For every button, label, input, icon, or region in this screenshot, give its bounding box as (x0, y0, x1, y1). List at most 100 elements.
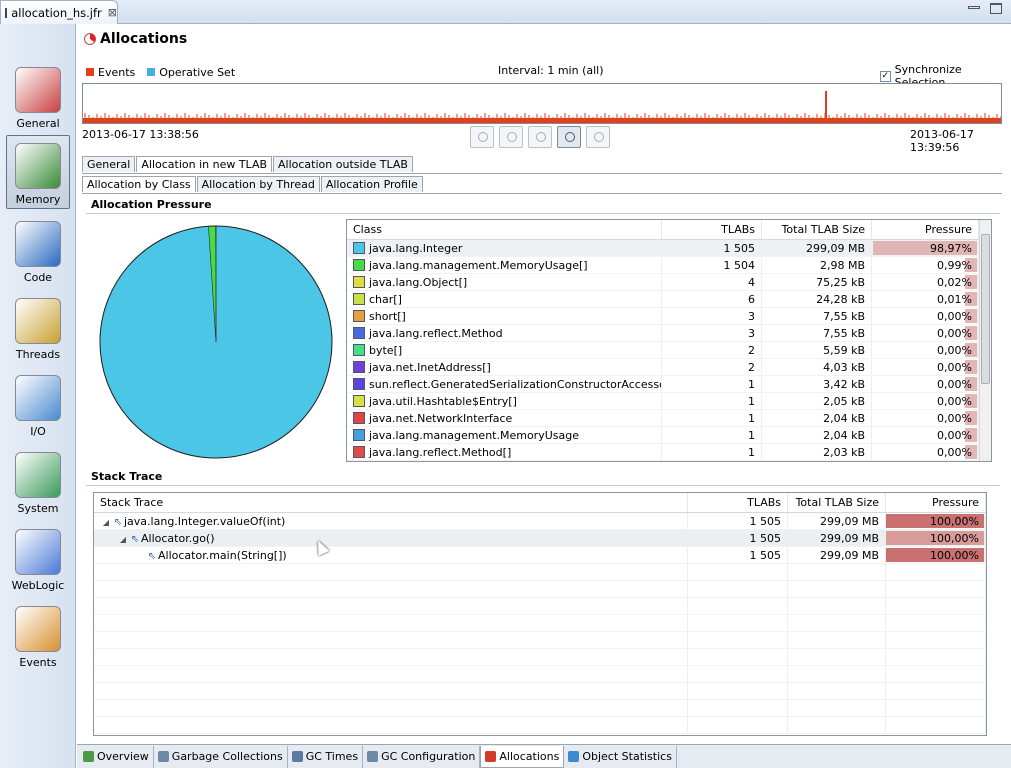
empty-row (94, 666, 986, 683)
empty-cell (688, 564, 788, 580)
back-icon[interactable] (470, 126, 494, 148)
tlabs-cell: 2 (662, 359, 762, 375)
bottom-tab-garbage-collections[interactable]: Garbage Collections (154, 745, 288, 768)
scroll-thumb[interactable] (981, 234, 990, 384)
subtab-allocation-by-thread[interactable]: Allocation by Thread (196, 176, 320, 192)
column-header[interactable]: Total TLAB Size (762, 220, 872, 239)
close-icon[interactable]: ⊠ (108, 6, 117, 19)
method-icon: ⇖ (113, 517, 123, 528)
column-header[interactable]: Pressure (872, 220, 979, 239)
empty-row (94, 581, 986, 598)
nav-item-threads[interactable]: Threads (6, 289, 70, 363)
tab-general[interactable]: General (82, 156, 136, 172)
pressure-value: 0,00% (937, 361, 972, 374)
tlabs-cell: 4 (662, 274, 762, 290)
table-row[interactable]: java.net.InetAddress[] 2 4,03 kB 0,00% (347, 359, 991, 376)
tlabs-cell: 3 (662, 308, 762, 324)
column-header[interactable]: Class (347, 220, 662, 239)
nav-item-events[interactable]: Events (6, 597, 70, 671)
forward-icon[interactable] (586, 126, 610, 148)
tlabs-cell: 2 (662, 342, 762, 358)
table-row[interactable]: java.lang.Object[] 4 75,25 kB 0,02% (347, 274, 991, 291)
subtab-allocation-by-class[interactable]: Allocation by Class (82, 176, 196, 192)
editor-tab-title: allocation_hs.jfr (11, 5, 102, 20)
nav-item-system[interactable]: System (6, 443, 70, 517)
empty-cell (788, 564, 886, 580)
table-row[interactable]: java.net.NetworkInterface 1 2,04 kB 0,00% (347, 410, 991, 427)
memory-icon (15, 143, 61, 189)
table-row[interactable]: java.lang.management.MemoryUsage 1 2,04 kB… (347, 427, 991, 444)
minimize-icon[interactable] (968, 6, 980, 9)
nav-item-io[interactable]: I/O (6, 366, 70, 440)
time-end: 2013-06-17 13:39:56 (910, 128, 974, 154)
empty-cell (886, 615, 986, 631)
pressure-value: 0,02% (937, 276, 972, 289)
column-header[interactable]: Stack Trace (94, 493, 688, 512)
allocation-pie-chart[interactable] (96, 222, 336, 462)
maximize-icon[interactable] (990, 3, 1002, 14)
class-cell: byte[] (347, 342, 662, 358)
expand-arrow-icon[interactable]: ◢ (117, 531, 129, 546)
table-row[interactable]: short[] 3 7,55 kB 0,00% (347, 308, 991, 325)
stack-frame-row[interactable]: ⇖ Allocator.main(String[]) 1 505 299,09 MB 1… (94, 547, 986, 564)
nav-item-general[interactable]: General (6, 58, 70, 132)
bottom-tab-allocations[interactable]: Allocations (480, 745, 565, 768)
stack-frame-row[interactable]: ◢ ⇖ Allocator.go() 1 505 299,09 MB 100,00% (94, 530, 986, 547)
zoom-fit-icon[interactable] (557, 126, 581, 148)
pressure-cell: 0,00% (872, 325, 979, 341)
bottom-tab-label: Allocations (499, 749, 560, 763)
column-header[interactable]: TLABs (662, 220, 762, 239)
subtab-allocation-profile[interactable]: Allocation Profile (320, 176, 423, 192)
empty-row (94, 615, 986, 632)
stack-trace-table[interactable]: Stack Trace TLABs Total TLAB Size Pressure … (93, 492, 987, 736)
pressure-cell: 100,00% (886, 547, 986, 563)
class-color-swatch (353, 310, 365, 322)
table-row[interactable]: java.lang.reflect.Method[] 1 2,03 kB 0,00% (347, 444, 991, 461)
bottom-tab-gc-times[interactable]: GC Times (288, 745, 364, 768)
bottom-tab-gc-configuration[interactable]: GC Configuration (363, 745, 481, 768)
class-cell: char[] (347, 291, 662, 307)
nav-item-label: General (16, 117, 60, 130)
class-color-swatch (353, 395, 365, 407)
synchronize-checkbox[interactable]: ✓ (880, 70, 891, 82)
empty-cell (688, 700, 788, 716)
tab-allocation-in-new-tlab[interactable]: Allocation in new TLAB (136, 156, 273, 172)
table-row[interactable]: java.lang.management.MemoryUsage[] 1 504 2… (347, 257, 991, 274)
table-row[interactable]: byte[] 2 5,59 kB 0,00% (347, 342, 991, 359)
table-row[interactable]: sun.reflect.GeneratedSerializationConstr… (347, 376, 991, 393)
editor-tab-allocation[interactable]: allocation_hs.jfr ⊠ (0, 0, 118, 24)
interval-label: Interval: 1 min (all) (498, 64, 604, 77)
stack-frame-cell: ⇖ Allocator.main(String[]) (94, 547, 688, 563)
pressure-value: 100,00% (930, 549, 979, 562)
allocation-class-table[interactable]: Class TLABs Total TLAB Size Pressure java.l… (346, 219, 992, 462)
nav-item-code[interactable]: Code (6, 212, 70, 286)
table-row[interactable]: java.util.Hashtable$Entry[] 1 2,05 kB 0,00% (347, 393, 991, 410)
table-row[interactable]: char[] 6 24,28 kB 0,01% (347, 291, 991, 308)
nav-item-label: Memory (15, 193, 61, 206)
expand-arrow-icon[interactable]: ◢ (100, 514, 112, 529)
nav-item-weblogic[interactable]: WebLogic (6, 520, 70, 594)
class-name: java.net.NetworkInterface (369, 412, 513, 425)
stack-frame-cell: ◢ ⇖ Allocator.go() (94, 530, 688, 546)
nav-item-memory[interactable]: Memory (6, 135, 70, 209)
pressure-cell: 0,00% (872, 308, 979, 324)
table-row[interactable]: java.lang.reflect.Method 3 7,55 kB 0,00% (347, 325, 991, 342)
empty-cell (94, 615, 688, 631)
zoom-out-icon[interactable] (528, 126, 552, 148)
size-cell: 5,59 kB (762, 342, 872, 358)
timeline-chart[interactable] (82, 83, 1002, 124)
zoom-in-icon[interactable] (499, 126, 523, 148)
column-header[interactable]: TLABs (688, 493, 788, 512)
legend-operative-set: Operative Set (147, 66, 235, 79)
table-row[interactable]: java.lang.Integer 1 505 299,09 MB 98,97% (347, 240, 991, 257)
column-header[interactable]: Pressure (886, 493, 986, 512)
stack-frame-row[interactable]: ◢ ⇖ java.lang.Integer.valueOf(int) 1 505 299… (94, 513, 986, 530)
column-header[interactable]: Total TLAB Size (788, 493, 886, 512)
method-icon: ⇖ (130, 534, 140, 545)
stack-frame-name: java.lang.Integer.valueOf(int) (124, 515, 286, 528)
vertical-scrollbar[interactable] (979, 220, 991, 461)
bottom-tab-object-statistics[interactable]: Object Statistics (564, 745, 677, 768)
tab-allocation-outside-tlab[interactable]: Allocation outside TLAB (273, 156, 413, 172)
tlabs-cell: 3 (662, 325, 762, 341)
bottom-tab-overview[interactable]: Overview (79, 745, 154, 768)
